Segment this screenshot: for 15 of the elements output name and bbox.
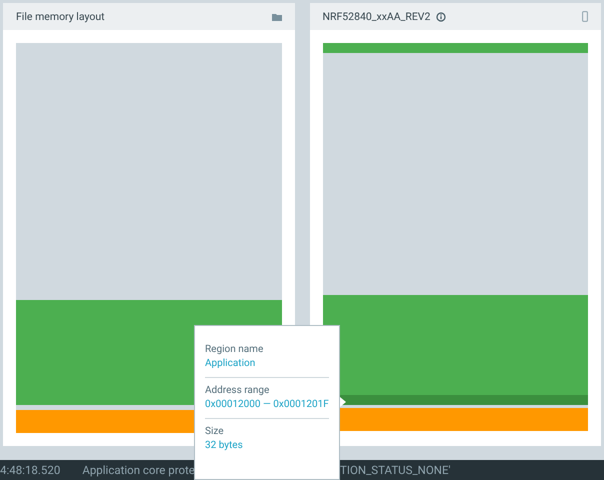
field-label: Address range bbox=[205, 384, 270, 398]
field-value: 0x00012000 — 0x0001201F bbox=[205, 398, 329, 412]
log-message: TION_STATUS_NONE' bbox=[340, 463, 451, 477]
info-icon[interactable] bbox=[436, 12, 446, 22]
log-time: 4:48:18.520 bbox=[0, 463, 60, 477]
memory-region[interactable] bbox=[322, 295, 588, 395]
folder-icon[interactable] bbox=[272, 12, 282, 20]
field-value: Application bbox=[205, 357, 256, 371]
panel-title: File memory layout bbox=[16, 10, 105, 23]
field-label: Region name bbox=[205, 343, 264, 357]
device-icon[interactable] bbox=[582, 11, 588, 22]
panel-title: NRF52840_xxAA_REV2 bbox=[322, 10, 430, 23]
field-value: 32 bytes bbox=[205, 439, 244, 453]
field-label: Size bbox=[205, 425, 225, 439]
log-message: Application core prote bbox=[82, 463, 195, 477]
